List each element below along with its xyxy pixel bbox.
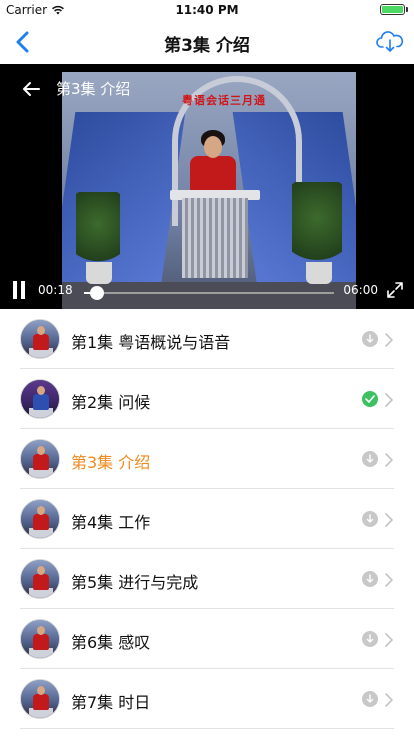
- download-button[interactable]: [374, 26, 406, 58]
- chevron-right-icon: [385, 392, 393, 407]
- episode-title: 第1集 粤语概说与语音: [71, 333, 231, 352]
- player-back-button[interactable]: [18, 76, 44, 102]
- episode-thumbnail: [20, 679, 60, 719]
- download-arrow-icon[interactable]: [362, 571, 378, 587]
- progress-slider[interactable]: [84, 286, 334, 300]
- chevron-right-icon: [385, 452, 393, 467]
- episode-title: 第2集 问候: [71, 393, 151, 412]
- episode-row[interactable]: 第5集 进行与完成: [0, 549, 414, 609]
- download-arrow-icon[interactable]: [362, 331, 378, 347]
- episode-title: 第6集 感叹: [71, 633, 151, 652]
- total-time: 06:00: [343, 283, 378, 297]
- download-arrow-icon[interactable]: [362, 451, 378, 467]
- status-bar: Carrier 11:40 PM: [0, 0, 414, 20]
- current-time: 00:18: [38, 283, 73, 297]
- episode-thumbnail: [20, 499, 60, 539]
- progress-thumb[interactable]: [89, 286, 104, 300]
- episode-list: 第1集 粤语概说与语音 第2集 问候 第3集 介绍 第4集 工作第5集 进行与完成 第6…: [0, 309, 414, 729]
- download-arrow-icon[interactable]: [362, 631, 378, 647]
- episode-thumbnail: [20, 379, 60, 419]
- episode-thumbnail: [20, 439, 60, 479]
- download-arrow-icon[interactable]: [362, 691, 378, 707]
- episode-title: 第7集 时日: [71, 693, 151, 712]
- player-title: 第3集 介绍: [56, 80, 131, 98]
- pause-button[interactable]: [12, 281, 28, 299]
- episode-title: 第4集 工作: [71, 513, 151, 532]
- episode-thumbnail: [20, 559, 60, 599]
- episode-title: 第5集 进行与完成: [71, 573, 199, 592]
- episode-title: 第3集 介绍: [71, 453, 151, 472]
- episode-row[interactable]: 第1集 粤语概说与语音: [0, 309, 414, 369]
- battery-icon: [380, 4, 408, 15]
- fullscreen-icon: [387, 282, 403, 298]
- chevron-right-icon: [385, 512, 393, 527]
- player-controls: 00:18 06:00: [0, 269, 414, 309]
- cloud-download-icon: [376, 31, 404, 52]
- status-time: 11:40 PM: [175, 3, 239, 17]
- page-title: 第3集 介绍: [164, 36, 250, 56]
- episode-row[interactable]: 第7集 时日: [0, 669, 414, 729]
- chevron-right-icon: [385, 632, 393, 647]
- stage-sign: 粤语会话三月通: [182, 94, 266, 107]
- episode-row[interactable]: 第3集 介绍: [0, 429, 414, 489]
- episode-thumbnail: [20, 319, 60, 359]
- arrow-left-icon: [23, 82, 40, 96]
- episode-row[interactable]: 第4集 工作: [0, 489, 414, 549]
- episode-row[interactable]: 第6集 感叹: [0, 609, 414, 669]
- download-arrow-icon[interactable]: [362, 511, 378, 527]
- chevron-right-icon: [385, 332, 393, 347]
- downloaded-check-icon[interactable]: [362, 391, 378, 407]
- fullscreen-button[interactable]: [386, 281, 404, 299]
- episode-thumbnail: [20, 619, 60, 659]
- chevron-right-icon: [385, 572, 393, 587]
- chevron-right-icon: [385, 692, 393, 707]
- episode-row[interactable]: 第2集 问候: [0, 369, 414, 429]
- navigation-bar: 第3集 介绍: [0, 20, 414, 64]
- video-player[interactable]: 粤语会话三月通 第3集 介绍 00:18 06:00: [0, 64, 414, 309]
